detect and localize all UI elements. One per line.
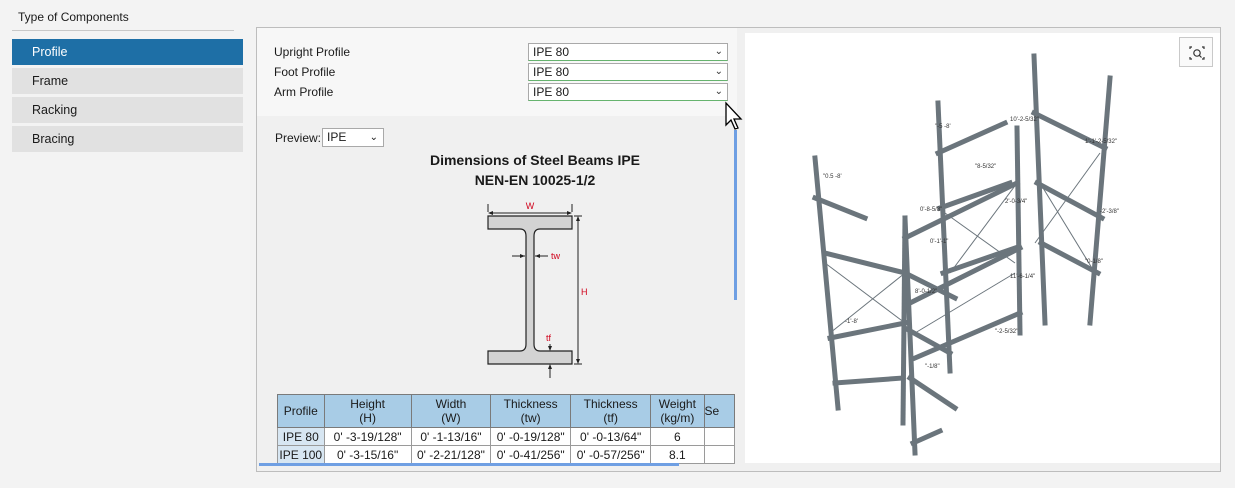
beam-title-line1: Dimensions of Steel Beams IPE [429,152,641,168]
header-text: Weight [658,397,696,411]
header-subtext: (tw) [520,411,541,425]
horizontal-scrollbar[interactable] [259,463,679,466]
svg-text:-2'-3/8": -2'-3/8" [1100,209,1119,215]
table-cell[interactable]: 0' -3-19/128" [323,427,412,446]
upright-profile-value: IPE 80 [533,45,570,59]
arm-profile-label: Arm Profile [274,85,334,99]
chevron-down-icon: ⌄ [714,46,723,57]
beam-dimensions-title: Dimensions of Steel Beams IPE NEN-EN 100… [380,150,690,190]
nav-item-profile[interactable]: Profile [12,39,243,65]
svg-text:-1'-8': -1'-8' [845,319,858,325]
zoom-fit-button[interactable] [1179,37,1213,67]
svg-text:"-2-5/32": "-2-5/32" [995,329,1018,335]
svg-text:8'-0-1/2": 8'-0-1/2" [915,289,937,295]
header-text: Width [435,397,467,411]
header-subtext: (W) [441,411,461,425]
svg-text:11'-6-1/4": 11'-6-1/4" [1010,274,1035,280]
column-header[interactable]: Height (H) [323,394,412,428]
preview-value: IPE [327,130,347,144]
preview-label: Preview: [275,131,322,145]
header-subtext: (H) [359,411,376,425]
svg-text:2'-0-3/4": 2'-0-3/4" [1005,199,1027,205]
column-header[interactable]: Weight (kg/m) [650,394,705,428]
components-title: Type of Components [18,10,129,24]
column-header[interactable]: Se [703,394,735,428]
foot-profile-select[interactable]: IPE 80 ⌄ [528,63,728,81]
table-cell[interactable]: 0' -2-21/128" [410,445,492,464]
header-text: Thickness [583,397,638,411]
nav-item-racking[interactable]: Racking [12,97,243,123]
svg-text:"8-5/32": "8-5/32" [975,164,996,170]
table-cell[interactable]: IPE 100 [277,445,325,464]
nav-item-frame[interactable]: Frame [12,68,243,94]
table-cell[interactable]: IPE 80 [277,427,325,446]
column-header[interactable]: Thickness (tf) [570,394,652,428]
zoom-fit-icon [1189,46,1205,60]
mouse-pointer-icon [725,101,743,130]
svg-text:10'-2-5/32": 10'-2-5/32" [1010,117,1039,123]
table-cell[interactable]: 0' -1-13/16" [410,427,492,446]
table-cell[interactable]: 0' -0-19/128" [490,427,572,446]
table-cell[interactable]: 0' -0-57/256" [570,445,652,464]
ibeam-diagram: W tw H tf [487,201,588,378]
chevron-down-icon: ⌄ [714,86,723,97]
foot-profile-label: Foot Profile [274,65,336,79]
table-row[interactable]: IPE 80 0' -3-19/128" 0' -1-13/16" 0' -0-… [277,427,735,446]
table-cell[interactable] [703,427,735,446]
dim-tf-label: tf [546,333,552,343]
svg-text:"0.5 -8': "0.5 -8' [823,174,842,180]
table-header-row: Profile Height (H) Width (W) Thickness (tw)… [277,394,735,428]
title-divider [12,30,234,31]
nav-item-bracing[interactable]: Bracing [12,126,243,152]
header-subtext: (kg/m) [660,411,695,425]
header-subtext: (tf) [603,411,618,425]
profile-table-container: Profile Height (H) Width (W) Thickness (tw)… [277,394,735,466]
header-text: Profile [283,404,318,418]
arm-profile-value: IPE 80 [533,85,570,99]
ibeam-shape [487,215,573,365]
beam-title-line2: NEN-EN 10025-1/2 [474,172,596,188]
column-header[interactable]: Thickness (tw) [490,394,572,428]
svg-text:"-5 -8': "-5 -8' [935,124,951,130]
dim-tw-label: tw [551,251,561,261]
svg-text:1'-1'-2-5/32": 1'-1'-2-5/32" [1085,139,1117,145]
3d-viewport[interactable]: "0.5 -8' "-5 -8' 10'-2-5/32" 1'-1'-2-5/3… [745,33,1220,463]
svg-text:"0-1/8": "0-1/8" [1085,259,1103,265]
svg-text:0'-1'-1": 0'-1'-1" [930,239,948,245]
vertical-scrollbar[interactable] [734,130,737,300]
table-cell[interactable]: 6 [650,427,705,446]
table-cell[interactable] [703,445,735,464]
arm-profile-select[interactable]: IPE 80 ⌄ [528,83,728,101]
upright-profile-label: Upright Profile [274,45,351,59]
preview-select[interactable]: IPE ⌄ [322,128,384,147]
table-row[interactable]: IPE 100 0' -3-15/16" 0' -2-21/128" 0' -0… [277,445,735,464]
foot-profile-value: IPE 80 [533,65,570,79]
svg-text:0'-8-5/8": 0'-8-5/8" [920,207,942,213]
dim-w-label: W [526,201,535,211]
table-cell[interactable]: 0' -3-15/16" [323,445,412,464]
table-cell[interactable]: 0' -0-13/64" [570,427,652,446]
profile-table: Profile Height (H) Width (W) Thickness (tw)… [277,394,735,464]
svg-text:"-1/8": "-1/8" [925,364,940,370]
header-text: Thickness [503,397,558,411]
rack-3d-model: "0.5 -8' "-5 -8' 10'-2-5/32" 1'-1'-2-5/3… [811,53,1119,456]
header-text: Height [350,397,385,411]
table-cell[interactable]: 8.1 [650,445,705,464]
chevron-down-icon: ⌄ [369,132,378,143]
upright-profile-select[interactable]: IPE 80 ⌄ [528,43,728,61]
header-text: Se [704,404,720,418]
column-header[interactable]: Width (W) [410,394,492,428]
chevron-down-icon: ⌄ [714,66,723,77]
column-header[interactable]: Profile [277,394,325,428]
dim-h-label: H [581,287,588,297]
table-cell[interactable]: 0' -0-41/256" [490,445,572,464]
